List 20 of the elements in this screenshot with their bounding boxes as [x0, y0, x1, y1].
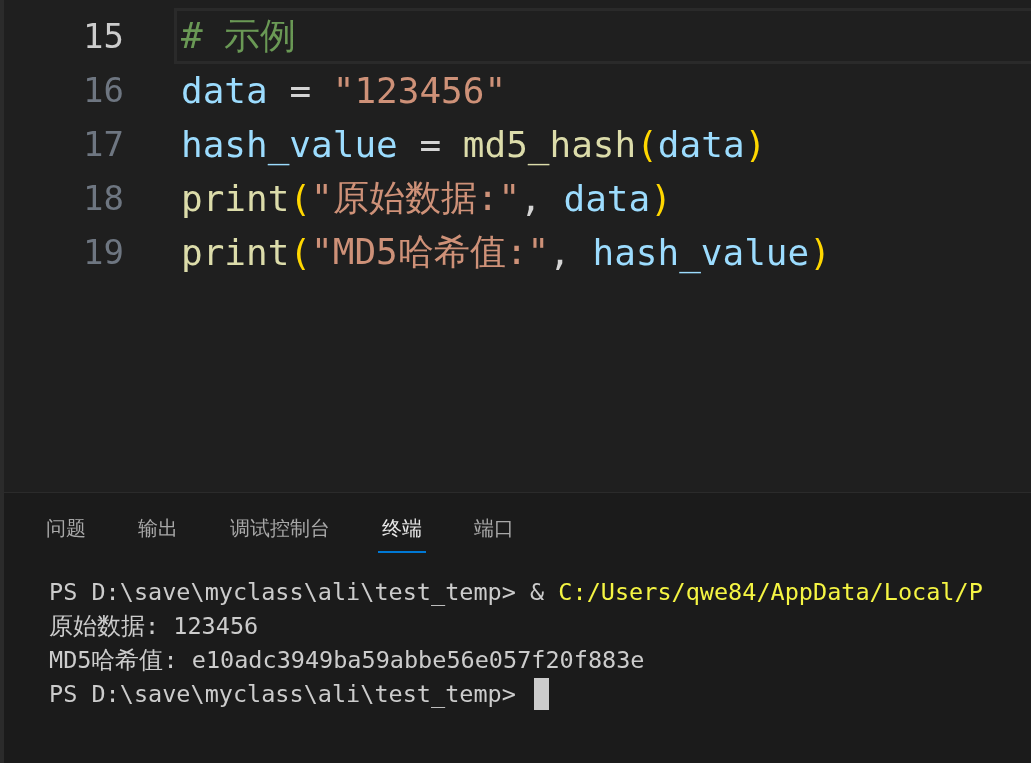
- terminal-line: MD5哈希值: e10adc3949ba59abbe56e057f20f883e: [49, 645, 645, 676]
- terminal-line: PS D:\save\myclass\ali\test_temp> & C:/Users/qwe84/AppData/Local/P: [49, 577, 983, 608]
- code-line: print("MD5哈希值:", hash_value): [180, 229, 832, 276]
- line-number: 17: [82, 124, 124, 164]
- line-number: 15: [82, 16, 124, 56]
- terminal-line: 原始数据: 123456: [49, 611, 259, 642]
- code-line: # 示例: [174, 8, 1031, 64]
- panel-tab[interactable]: 端口: [470, 511, 518, 553]
- panel-tab[interactable]: 输出: [134, 511, 182, 553]
- code-line: hash_value = md5_hash(data): [180, 122, 768, 168]
- line-number: 19: [82, 232, 124, 272]
- panel-tab[interactable]: 终端: [378, 511, 426, 553]
- code-line: data = "123456": [180, 68, 508, 113]
- panel-tab[interactable]: 调试控制台: [226, 511, 334, 553]
- terminal-line: PS D:\save\myclass\ali\test_temp>: [49, 679, 517, 710]
- code-line: print("原始数据:", data): [180, 175, 673, 221]
- line-number: 16: [82, 70, 124, 110]
- terminal-cursor: [534, 678, 550, 710]
- line-number: 18: [82, 178, 124, 218]
- panel-tab[interactable]: 问题: [42, 511, 90, 553]
